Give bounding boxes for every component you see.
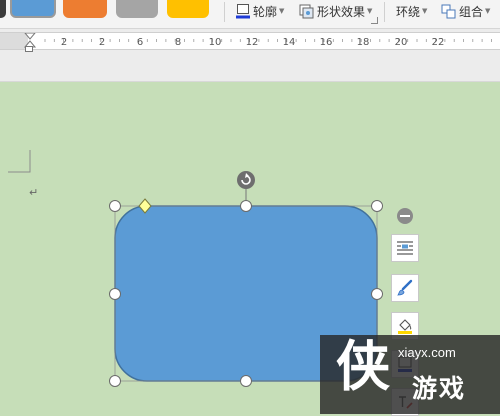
watermark-site-url: xiayx.com [398,345,456,360]
layout-options-button[interactable] [391,234,419,262]
resize-handle-right[interactable] [371,288,383,300]
resize-handle-left[interactable] [109,288,121,300]
resize-handle-bottom-left[interactable] [109,375,121,387]
site-watermark: 侠 xiayx.com 游戏 [320,335,500,414]
resize-handle-top[interactable] [240,200,252,212]
paragraph-mark: ↵ [29,186,39,199]
watermark-logo-glyph: 侠 [336,334,390,398]
watermark-site-name: 游戏 [412,374,467,403]
resize-handle-top-right[interactable] [371,200,383,212]
paintbrush-icon [397,279,413,296]
shape-style-button[interactable] [391,274,419,302]
rotate-handle[interactable] [237,171,255,189]
collapse-button[interactable] [397,208,413,224]
resize-handle-top-left[interactable] [109,200,121,212]
fill-bucket-icon [398,319,412,334]
minus-icon [400,215,410,217]
text-wrap-icon [397,241,413,255]
margin-corner-mark [8,150,31,173]
resize-handle-bottom[interactable] [240,375,252,387]
